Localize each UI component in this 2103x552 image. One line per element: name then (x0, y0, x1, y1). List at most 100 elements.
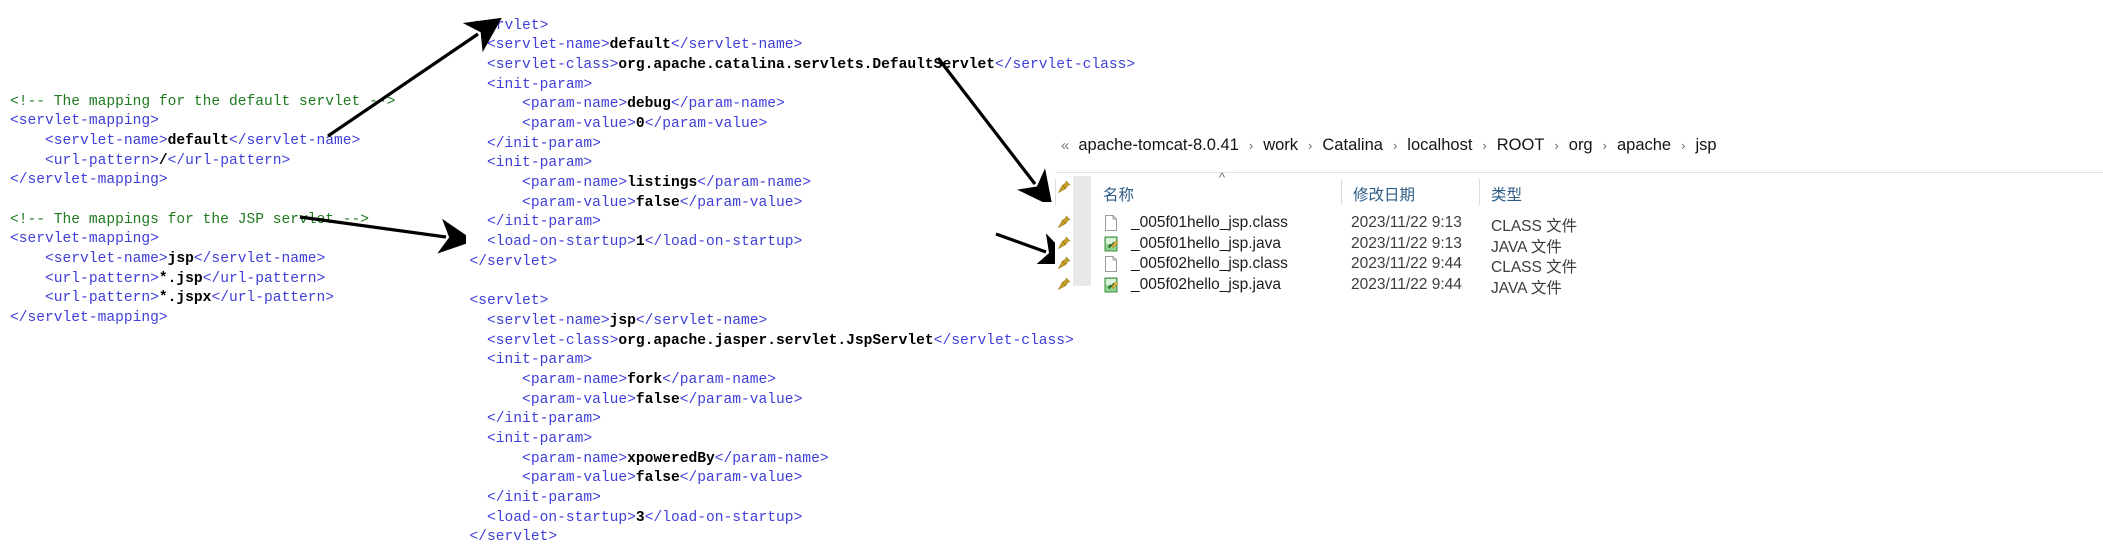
code-line: <param-value>false</param-value> (452, 391, 1135, 411)
code-token-tag: </load-on-startup> (644, 509, 803, 526)
file-row[interactable]: _005f01hello_jsp.class 2023/11/22 9:13 CLA… (1055, 214, 2103, 235)
code-token-tag: </servlet> (452, 529, 558, 546)
code-line: <servlet> (452, 17, 1135, 37)
code-token-tag: </init-param> (452, 411, 601, 428)
code-token-tag: </url-pattern> (167, 152, 291, 169)
breadcrumb-item-catalina[interactable]: Catalina (1321, 136, 1384, 155)
code-line: </servlet> (452, 253, 1135, 273)
code-token-tag: </servlet> (452, 253, 558, 270)
code-token-tag: <param-name> (452, 96, 628, 113)
code-token-tag: <servlet-class> (452, 332, 619, 349)
code-line: <param-name>fork</param-name> (452, 371, 1135, 391)
code-token-tag: </servlet-mapping> (10, 310, 168, 327)
file-name[interactable]: _005f01hello_jsp.java (1131, 235, 1281, 253)
code-line: <load-on-startup>3</load-on-startup> (452, 509, 1135, 529)
column-header-type[interactable]: 类型 (1491, 183, 1522, 205)
code-line: <!-- The mappings for the JSP servlet --… (10, 211, 395, 231)
code-token-tag: </url-pattern> (211, 290, 335, 307)
code-line: <param-value>false</param-value> (452, 194, 1135, 214)
code-line: <servlet-name>default</servlet-name> (10, 132, 395, 152)
pin-icon[interactable] (1057, 256, 1071, 270)
code-line: <servlet-mapping> (10, 230, 395, 250)
code-line: </servlet-mapping> (10, 171, 395, 191)
code-token-tag: <servlet> (452, 293, 549, 310)
code-token-val: xpoweredBy (627, 450, 715, 467)
scroll-up-icon[interactable] (1074, 177, 1090, 195)
code-token-cmt: <!-- The mappings for the JSP servlet --… (10, 211, 370, 228)
code-line: <servlet-class>org.apache.jasper.servlet… (452, 332, 1135, 352)
breadcrumb-separator-icon: › (1681, 137, 1686, 153)
breadcrumb-separator-icon: › (1602, 137, 1607, 153)
breadcrumb[interactable]: « apache-tomcat-8.0.41 › work › Catalina › loc… (1055, 128, 1718, 162)
code-line: <init-param> (452, 351, 1135, 371)
code-token-tag: <url-pattern> (10, 270, 159, 287)
java-file-icon (1103, 235, 1119, 252)
code-token-tag: </servlet-mapping> (10, 172, 168, 189)
code-token-val: listings (627, 175, 698, 192)
code-token-tag: <servlet-mapping> (10, 231, 159, 248)
code-token-tag: <servlet-name> (452, 37, 610, 54)
breadcrumb-separator-icon: › (1248, 137, 1254, 153)
code-line: <servlet-name>jsp</servlet-name> (10, 250, 395, 270)
breadcrumb-item-work[interactable]: work (1262, 136, 1299, 155)
code-token-tag: <init-param> (452, 76, 593, 93)
code-token-val: *.jsp (158, 270, 203, 287)
code-line: <param-value>false</param-value> (452, 469, 1135, 489)
file-name[interactable]: _005f02hello_jsp.java (1131, 276, 1281, 294)
code-token-tag: <param-name> (452, 450, 628, 467)
code-token-tag: <servlet-name> (10, 251, 168, 268)
pin-icon[interactable] (1057, 180, 1071, 194)
code-token-tag: <init-param> (452, 431, 593, 448)
breadcrumb-item-apache-tomcat-8-0-41[interactable]: apache-tomcat-8.0.41 (1077, 136, 1240, 155)
code-token-tag: <param-value> (452, 116, 636, 133)
breadcrumb-item-jsp[interactable]: jsp (1694, 136, 1717, 155)
breadcrumb-separator-icon: › (1392, 137, 1398, 153)
code-token-val: false (635, 391, 680, 408)
code-token-cmt: <!-- The mapping for the default servlet… (10, 93, 396, 110)
code-line: </init-param> (452, 135, 1135, 155)
class-file-icon (1103, 255, 1119, 272)
column-header-name[interactable]: 名称 (1103, 183, 1134, 205)
code-token-tag: </servlet-name> (635, 312, 768, 329)
breadcrumb-item-org[interactable]: org (1568, 136, 1594, 155)
code-token-tag: <url-pattern> (10, 290, 159, 307)
column-header-modified[interactable]: 修改日期 (1353, 183, 1415, 205)
code-token-tag: </servlet-name> (193, 251, 326, 268)
code-token-tag: <param-value> (452, 391, 636, 408)
breadcrumb-item-apache[interactable]: apache (1616, 136, 1672, 155)
code-token-val: org.apache.jasper.servlet.JspServlet (618, 332, 934, 349)
code-line: <init-param> (452, 154, 1135, 174)
code-token-val: 0 (635, 116, 645, 133)
file-name[interactable]: _005f01hello_jsp.class (1131, 214, 1288, 232)
file-row[interactable]: _005f02hello_jsp.java 2023/11/22 9:44 JAVA… (1055, 275, 2103, 297)
code-line: <!-- The mapping for the default servlet… (10, 93, 395, 113)
file-row[interactable]: _005f02hello_jsp.class 2023/11/22 9:44 CLA… (1055, 255, 2103, 276)
pin-icon[interactable] (1057, 215, 1071, 229)
file-name[interactable]: _005f02hello_jsp.class (1131, 255, 1288, 273)
breadcrumb-overflow-icon[interactable]: « (1061, 137, 1069, 154)
pin-icon[interactable] (1057, 235, 1071, 250)
code-line: </servlet> (452, 528, 1135, 548)
code-token-val: default (167, 132, 229, 149)
code-line: <url-pattern>/</url-pattern> (10, 152, 395, 172)
file-modified-date: 2023/11/22 9:13 (1351, 234, 1462, 252)
code-token-tag: </servlet-name> (670, 37, 803, 54)
pin-icon[interactable] (1057, 276, 1071, 291)
code-token-tag: </url-pattern> (202, 270, 326, 287)
code-line: <servlet-name>jsp</servlet-name> (452, 312, 1135, 332)
code-line: <load-on-startup>1</load-on-startup> (452, 233, 1135, 253)
code-token-tag: </param-value> (679, 391, 803, 408)
code-token-tag: <servlet> (452, 17, 549, 34)
code-token-val: 3 (635, 509, 645, 526)
file-row[interactable]: _005f01hello_jsp.java 2023/11/22 9:13 JAVA… (1055, 234, 2103, 256)
file-type: JAVA 文件 (1491, 279, 1562, 297)
code-line: <init-param> (452, 430, 1135, 450)
file-modified-date: 2023/11/22 9:44 (1351, 275, 1462, 293)
code-token-val: jsp (167, 251, 194, 268)
code-token-val: false (635, 470, 680, 487)
breadcrumb-item-localhost[interactable]: localhost (1406, 136, 1473, 155)
breadcrumb-item-root[interactable]: ROOT (1496, 136, 1546, 155)
code-line: <param-value>0</param-value> (452, 115, 1135, 135)
code-token-val: default (609, 37, 671, 54)
